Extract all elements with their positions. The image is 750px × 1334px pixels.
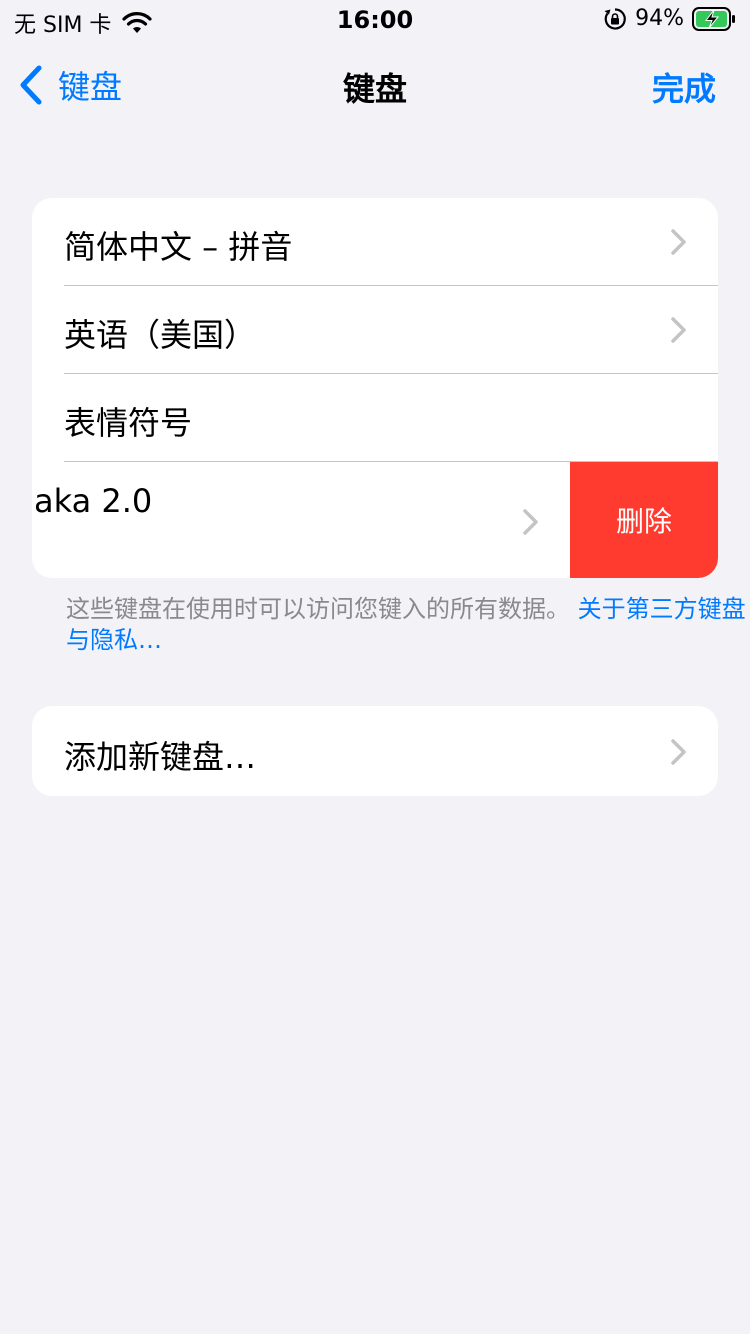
keyboards-list: 简体中文 – 拼音 英语（美国） 表情符号 aka 2.0 删除 — [32, 198, 718, 578]
delete-button[interactable]: 删除 — [570, 462, 718, 578]
keyboard-label: 表情符号 — [64, 404, 193, 442]
keyboard-row-emoji[interactable]: 表情符号 — [32, 374, 718, 462]
status-right: 94% — [603, 6, 736, 31]
page-title: 键盘 — [342, 70, 407, 108]
add-keyboard-label: 添加新键盘… — [64, 738, 257, 776]
keyboard-settings-screen: 无 SIM 卡 16:00 94% 键盘 键盘 完成 简体中文 – 拼音 英语（… — [0, 0, 750, 1334]
privacy-footer-note: 这些键盘在使用时可以访问您键入的所有数据。 关于第三方键盘与隐私… — [66, 594, 746, 656]
done-button[interactable]: 完成 — [652, 64, 716, 110]
privacy-note-text: 这些键盘在使用时可以访问您键入的所有数据。 — [66, 595, 570, 623]
keyboard-label: 英语（美国） — [64, 316, 257, 354]
add-keyboard-row[interactable]: 添加新键盘… — [32, 706, 718, 796]
keyboard-label: aka 2.0 — [34, 482, 153, 520]
navigation-bar: 键盘 键盘 完成 — [0, 40, 750, 128]
add-keyboard-group: 添加新键盘… — [32, 706, 718, 796]
chevron-right-icon — [671, 229, 686, 255]
status-bar: 无 SIM 卡 16:00 94% — [0, 0, 750, 40]
chevron-right-icon — [671, 317, 686, 343]
chevron-right-icon — [671, 739, 686, 765]
battery-percentage: 94% — [635, 6, 684, 31]
keyboard-row-english-us[interactable]: 英语（美国） — [32, 286, 718, 374]
keyboard-row-pinyin[interactable]: 简体中文 – 拼音 — [32, 198, 718, 286]
chevron-right-icon — [523, 509, 538, 535]
battery-charging-icon — [692, 6, 735, 31]
keyboard-label: 简体中文 – 拼音 — [64, 228, 293, 266]
orientation-lock-icon — [604, 7, 626, 30]
